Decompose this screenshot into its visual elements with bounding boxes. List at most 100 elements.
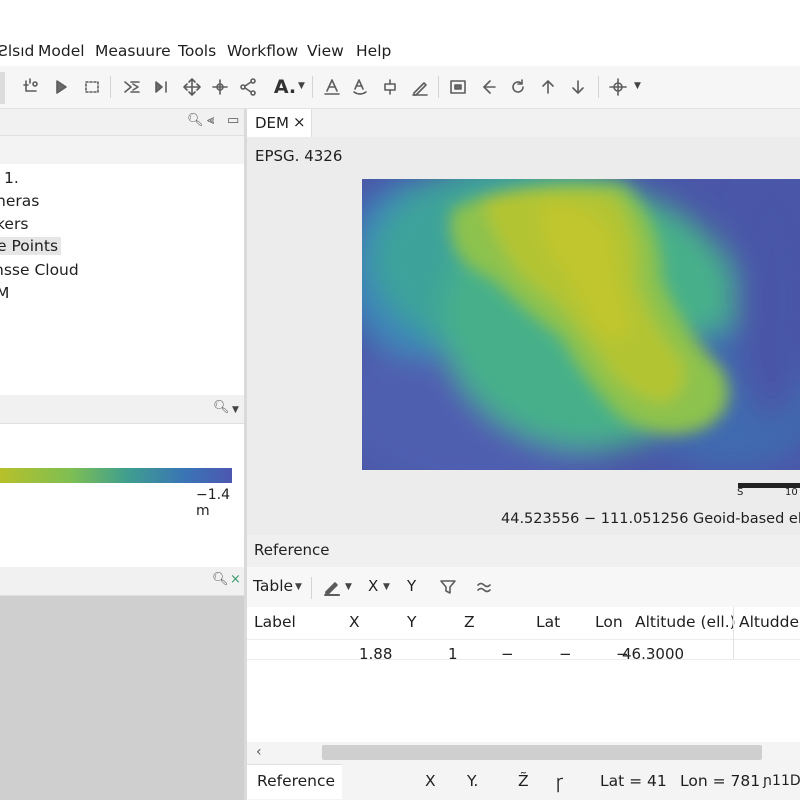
tree-item-dem[interactable]: M [0,284,9,302]
tab-dem[interactable]: DEM × [247,109,312,137]
menu-item-measure[interactable]: Measuure [95,42,171,60]
reference-table: Label X Y Z Lat Lon Altitude (ell.) Altu… [247,607,800,742]
legend-dropdown-icon[interactable]: ▼ [232,405,239,415]
arrow-down-icon[interactable] [566,75,590,99]
menu-item-file[interactable]: Ƨlsıd [0,42,34,60]
center-view-dropdown-icon[interactable]: ▼ [634,81,641,91]
navigate-arrow-icon[interactable] [50,75,74,99]
x-dropdown-icon[interactable]: ▼ [383,582,390,592]
pen-dropdown-icon[interactable]: ▼ [345,582,352,592]
ruler-icon[interactable] [378,75,402,99]
tree-item-chunk[interactable]: 1. [4,169,19,187]
scroll-left-icon[interactable]: ‹ [256,744,262,760]
arrow-up-icon[interactable] [536,75,560,99]
scale-label-end: 10 [785,487,798,498]
menu-item-tools[interactable]: Tools [178,42,216,60]
dem-elevation-map[interactable] [362,179,800,470]
center-view-icon[interactable] [606,75,630,99]
text-dropdown-arrow-icon[interactable]: ▼ [298,81,305,91]
tree-item-markers[interactable]: kers [0,215,28,233]
column-header-altitude-2[interactable]: Altudde [739,613,799,631]
text-edit-icon[interactable] [320,75,344,99]
transform-icon[interactable] [208,75,232,99]
draw-line-icon[interactable] [408,75,432,99]
move-icon[interactable] [180,75,204,99]
menu-item-workflow[interactable]: Workflow [227,42,298,60]
status-x: X [425,772,436,790]
move-region-icon[interactable] [120,75,144,99]
cell-x: 1.88 [359,645,393,663]
status-e: Ꞅ [556,775,564,793]
draw-pen-icon[interactable] [320,575,344,599]
search-icon[interactable]: 🔍︎ [213,400,230,415]
crop-point-icon[interactable] [20,75,44,99]
legend-panel-header: 🔍︎ ▼ [0,395,244,424]
y-button[interactable]: Y [407,577,416,595]
menu-item-model[interactable]: Model [38,42,85,60]
column-header-x[interactable]: X [349,613,360,631]
x-button[interactable]: X [368,577,378,595]
workspace-subheader [0,136,244,164]
table-dropdown-icon[interactable]: ▼ [295,582,302,592]
text-a-icon[interactable]: A. [270,75,300,99]
menu-item-view[interactable]: View [307,42,344,60]
scale-label-start: S [737,487,744,498]
text-bend-icon[interactable] [348,75,372,99]
column-header-lon[interactable]: Lon [595,613,623,631]
reference-title: Reference [254,541,330,559]
share-nodes-icon[interactable] [236,75,260,99]
legend-panel-body: −1.4 m [0,424,244,566]
tree-item-cameras[interactable]: neras [0,192,39,210]
search-icon[interactable]: 🔍︎ [187,113,204,128]
menu-item-help[interactable]: Help [356,42,391,60]
rotate-icon[interactable] [506,75,530,99]
main-toolbar: A. ▼ ▼ [0,66,800,109]
tab-dem-label: DEM [255,114,289,132]
column-header-y[interactable]: Y [407,613,416,631]
cell-z: − [501,645,514,663]
status-lon: Lon = 781 [680,772,761,790]
reference-toolbar: Table ▼ ▼ X ▼ Y [247,567,800,608]
clear-search-icon[interactable]: × [230,572,241,587]
elevation-color-bar [0,468,232,483]
tree-item-dense-cloud[interactable]: nsse Cloud [0,261,79,279]
dem-view[interactable]: EPSG. 4326 S 10 44.523556 − 111.051256 G… [247,137,800,535]
reference-panel-header: Reference [247,535,800,567]
tree-item-tie-points[interactable]: e Points [0,237,62,255]
rectangle-select-icon[interactable] [80,75,104,99]
cell-altitude: 46.3000 [622,645,685,663]
status-extra: ɲ11Dɐ [763,773,800,789]
crs-label: EPSG. 4326 [255,147,343,165]
menubar: Ƨlsıd Model Measuure Tools Workflow View… [0,36,800,66]
workspace-tree: 1. neras kers e Points nsse Cloud M [0,164,244,394]
table-row[interactable] [247,659,800,660]
navigate-forward-icon[interactable] [150,75,174,99]
status-bar: Reference X Y. Z̃ Ꞅ Lat = 41 Lon = 781 ɲ… [247,764,800,800]
status-z: Z̃ [518,772,529,790]
approx-icon[interactable] [472,575,496,599]
view-tab-strip: DEM × [247,109,800,138]
cursor-coordinates: 44.523556 − 111.051256 Geoid-based elev [501,511,800,527]
search-icon[interactable]: 🔍︎ [212,572,229,587]
column-header-z[interactable]: Z [464,613,475,631]
bottom-left-panel-body [0,596,244,800]
status-tab-label: Reference [257,772,336,790]
filter-funnel-icon[interactable] [436,575,460,599]
filter-icon[interactable]: ▭ [227,113,239,128]
table-button[interactable]: Table [253,577,293,595]
column-header-label[interactable]: Label [254,613,296,631]
split-arrows-icon[interactable] [476,75,500,99]
legend-min-label: −1.4 m [196,487,230,519]
status-tab-reference[interactable]: Reference [247,764,342,799]
scrollbar-thumb[interactable] [322,745,762,760]
collapse-icon[interactable]: ⫷ [207,113,214,128]
table-horizontal-scrollbar[interactable]: ‹ [247,742,800,764]
screenshot-icon[interactable] [446,75,470,99]
column-header-lat[interactable]: Lat [536,613,560,631]
cell-lat: − [559,645,572,663]
tab-close-icon[interactable]: × [293,113,306,131]
bottom-left-panel-header: 🔍︎ × [0,567,244,596]
column-header-altitude[interactable]: Altitude (ell.) [635,613,736,631]
cell-y: 1 [448,645,458,663]
toolbar-edge [0,72,5,104]
